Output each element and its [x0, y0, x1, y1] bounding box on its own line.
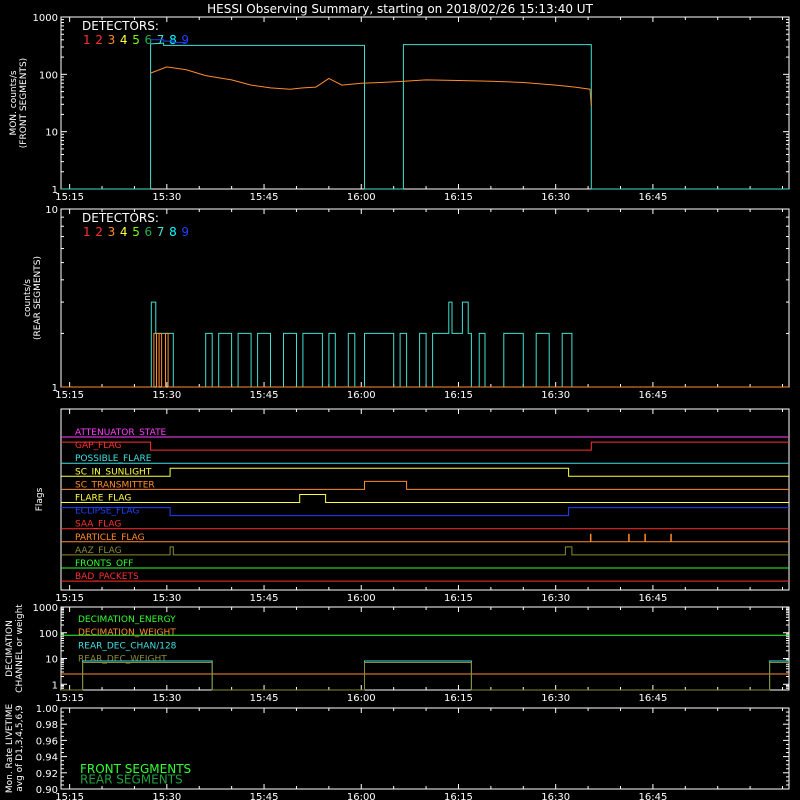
y-tick-label: 1000	[33, 603, 58, 614]
x-tick-label: 15:45	[250, 192, 279, 203]
x-tick-label: 16:00	[347, 693, 376, 704]
y-tick-label: 1000	[33, 13, 58, 24]
detector-number: 3	[108, 33, 116, 47]
hessi-summary-chart: HESSI Observing Summary, starting on 201…	[0, 0, 800, 800]
rear-ylabel-line2: (REAR SEGMENTS)	[33, 256, 43, 340]
detector-number: 1	[83, 225, 91, 239]
x-tick-label: 15:45	[250, 792, 279, 800]
y-tick-label: 0.90	[36, 785, 58, 796]
chart-title: HESSI Observing Summary, starting on 201…	[207, 2, 593, 16]
y-tick-label: 100	[39, 70, 58, 81]
x-tick-label: 15:30	[152, 693, 181, 704]
y-tick-label: 0.96	[36, 736, 58, 747]
decimation-legend: DECIMATION_ENERGY	[78, 615, 176, 625]
y-tick-label: 1	[52, 680, 58, 691]
y-tick-label: 10	[45, 128, 58, 139]
x-tick-label: 16:45	[638, 693, 667, 704]
detector-number: 8	[169, 225, 177, 239]
x-tick-label: 15:30	[152, 192, 181, 203]
x-tick-label: 16:30	[541, 192, 570, 203]
x-tick-label: 16:45	[638, 792, 667, 800]
front-ylabel-line1: MON. counts/s	[9, 70, 19, 135]
livetime-ylabel-line1: Mon. Rate LIVETIME	[5, 704, 15, 794]
front-ylabel-line2: (FRONT SEGMENTS)	[19, 58, 29, 148]
y-tick-label: 0.92	[36, 769, 58, 780]
x-tick-label: 16:30	[541, 792, 570, 800]
y-tick-label: 10	[45, 655, 58, 666]
x-tick-label: 16:00	[347, 192, 376, 203]
x-tick-label: 16:30	[541, 390, 570, 401]
x-tick-label: 16:15	[444, 593, 473, 604]
y-tick-label: 0.98	[36, 720, 58, 731]
livetime-legend: REAR SEGMENTS	[80, 773, 183, 787]
x-tick-label: 15:15	[55, 792, 84, 800]
x-tick-label: 16:00	[347, 593, 376, 604]
y-tick-label: 100	[39, 629, 58, 640]
detector-number: 9	[181, 225, 189, 239]
y-tick-label: 1.00	[36, 704, 58, 715]
x-tick-label: 16:45	[638, 192, 667, 203]
x-tick-label: 15:15	[55, 593, 84, 604]
y-tick-label: 1	[52, 185, 58, 196]
detectors-label: DETECTORS:	[82, 19, 159, 33]
rear-ylabel-line1: counts/s	[23, 279, 33, 317]
x-tick-label: 15:15	[55, 693, 84, 704]
x-tick-label: 15:45	[250, 593, 279, 604]
background	[0, 0, 800, 800]
decimation-legend: REAR_DEC_WEIGHT	[78, 655, 167, 665]
detector-number: 2	[95, 33, 103, 47]
detector-number: 6	[145, 225, 153, 239]
x-tick-label: 16:30	[541, 593, 570, 604]
x-tick-label: 15:30	[152, 390, 181, 401]
x-tick-label: 16:45	[638, 593, 667, 604]
detector-number: 1	[83, 33, 91, 47]
y-tick-label: 10	[45, 205, 58, 216]
detector-number: 2	[95, 225, 103, 239]
decimation-legend: REAR_DEC_CHAN/128	[78, 641, 177, 651]
x-tick-label: 16:45	[638, 390, 667, 401]
x-tick-label: 15:30	[152, 593, 181, 604]
x-tick-label: 15:45	[250, 693, 279, 704]
decimation-ylabel-line2: CHANNEL or weight	[15, 604, 25, 693]
x-tick-label: 15:15	[55, 192, 84, 203]
detector-number: 5	[132, 225, 140, 239]
y-tick-label: 0.94	[36, 753, 58, 764]
x-tick-label: 16:15	[444, 792, 473, 800]
detector-number: 3	[108, 225, 116, 239]
detector-number: 4	[120, 33, 128, 47]
x-tick-label: 15:15	[55, 390, 84, 401]
x-tick-label: 16:15	[444, 390, 473, 401]
detector-number: 4	[120, 225, 128, 239]
x-tick-label: 15:45	[250, 390, 279, 401]
decimation-ylabel-line1: DECIMATION	[5, 620, 15, 677]
x-tick-label: 16:00	[347, 792, 376, 800]
x-tick-label: 16:00	[347, 390, 376, 401]
x-tick-label: 16:15	[444, 693, 473, 704]
y-tick-label: 1	[52, 383, 58, 394]
detector-number: 5	[132, 33, 140, 47]
livetime-ylabel-line2: avg of D1,3,4,5,6,9	[15, 705, 25, 792]
x-tick-label: 16:30	[541, 693, 570, 704]
x-tick-label: 15:30	[152, 792, 181, 800]
decimation-legend: DECIMATION_WEIGHT	[78, 628, 176, 638]
detector-number: 7	[157, 225, 165, 239]
flags-ylabel: Flags	[35, 487, 45, 511]
detectors-label: DETECTORS:	[82, 211, 159, 225]
x-tick-label: 16:15	[444, 192, 473, 203]
